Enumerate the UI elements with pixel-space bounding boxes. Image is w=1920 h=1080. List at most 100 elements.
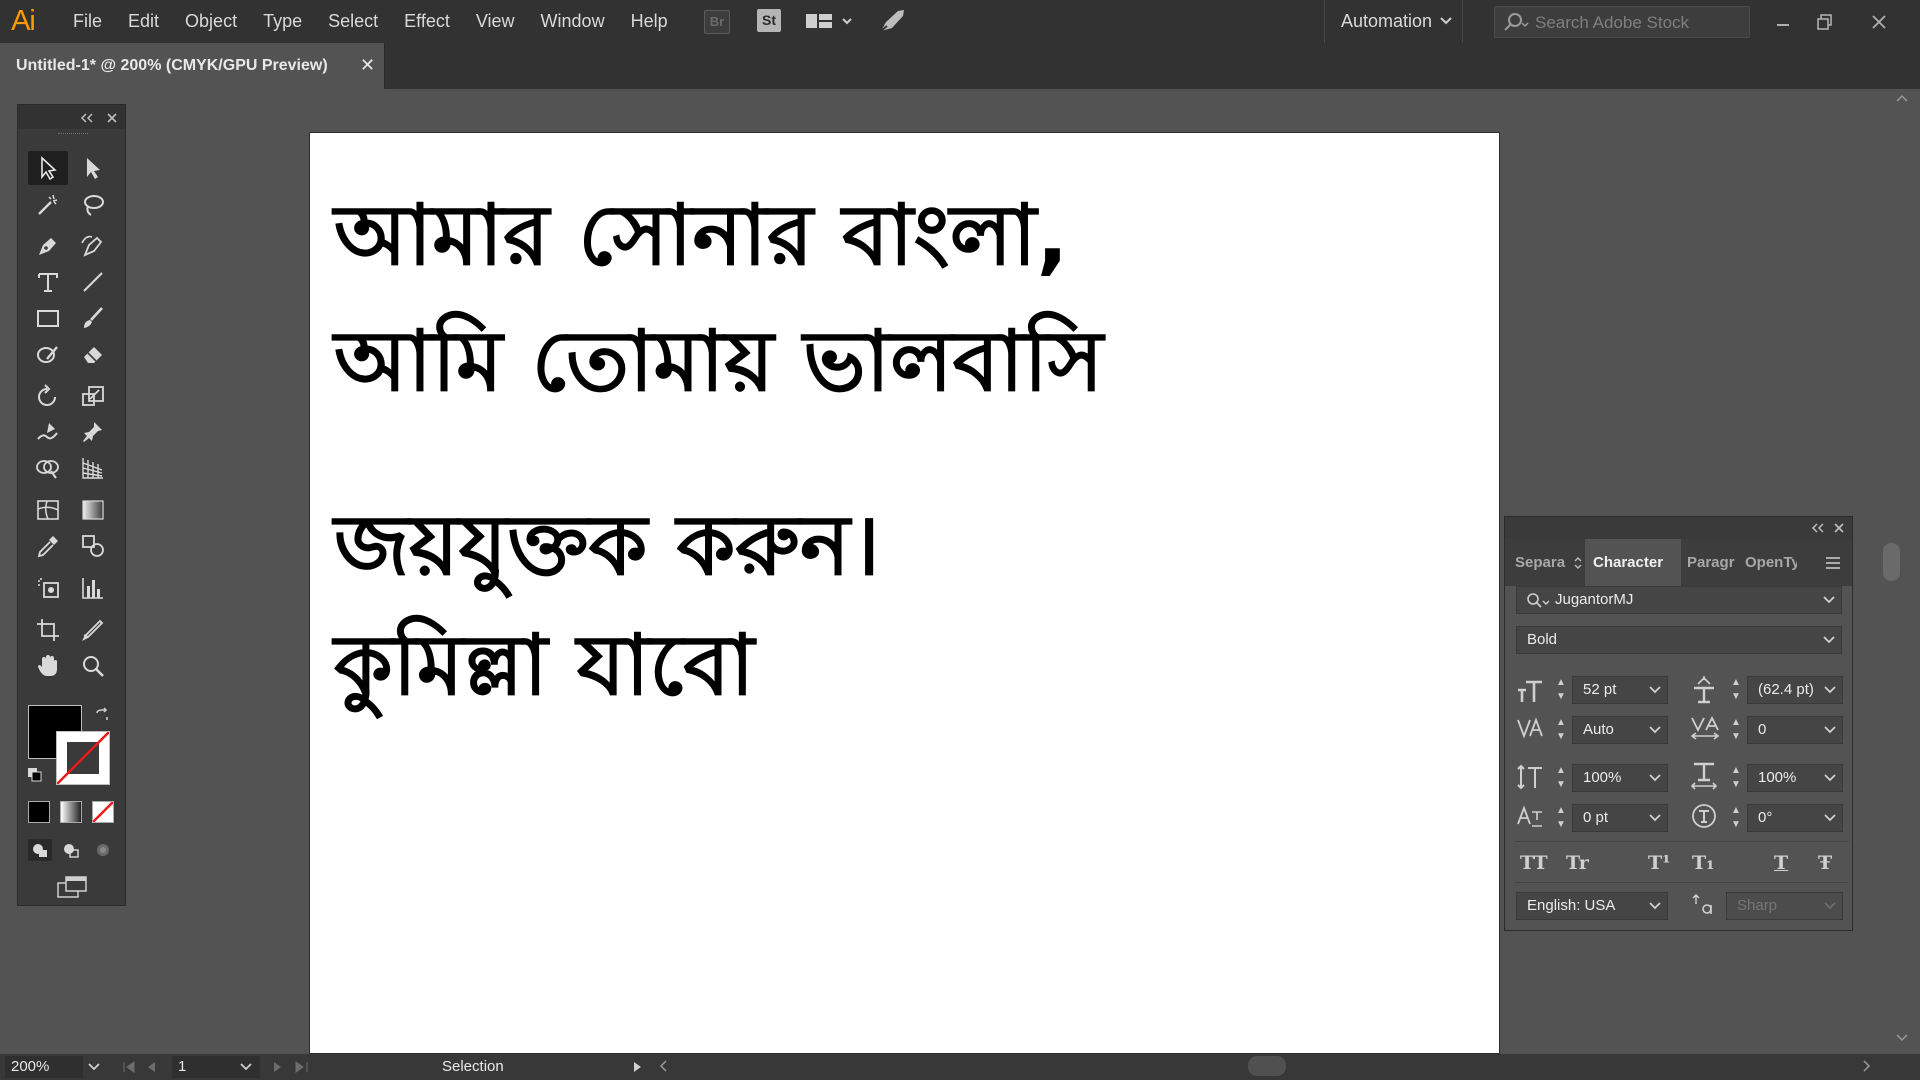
chevron-down-icon[interactable] <box>1823 636 1835 644</box>
horizontal-scale-field[interactable]: 100% <box>1747 764 1843 792</box>
symbol-sprayer-tool[interactable] <box>28 571 68 605</box>
shaper-tool[interactable] <box>28 337 68 371</box>
horizontal-scroll-thumb[interactable] <box>1248 1056 1286 1076</box>
menu-edit[interactable]: Edit <box>115 0 172 43</box>
paintbrush-tool[interactable] <box>73 301 113 335</box>
close-document-button[interactable]: ✕ <box>360 55 375 76</box>
chevron-down-icon[interactable] <box>1824 686 1836 694</box>
chevron-down-icon[interactable] <box>1823 596 1835 604</box>
artboard-tool[interactable] <box>28 613 68 647</box>
character-panel-header[interactable] <box>1505 517 1852 539</box>
slice-tool[interactable] <box>73 613 113 647</box>
vertical-scale-stepper[interactable]: ▲ ▼ <box>1554 764 1568 794</box>
chevron-down-icon[interactable] <box>240 1063 252 1071</box>
tab-separations[interactable]: Separa <box>1515 539 1571 586</box>
menu-effect[interactable]: Effect <box>391 0 463 43</box>
panel-menu-icon[interactable] <box>1825 557 1841 569</box>
magic-wand-tool[interactable] <box>28 188 68 222</box>
chevron-down-icon[interactable] <box>1649 726 1661 734</box>
tracking-field[interactable]: 0 <box>1747 716 1843 744</box>
none-mode-button[interactable] <box>92 801 114 823</box>
rotation-field[interactable]: 0° <box>1747 804 1843 832</box>
menu-select[interactable]: Select <box>315 0 391 43</box>
menu-help[interactable]: Help <box>618 0 681 43</box>
menu-view[interactable]: View <box>463 0 528 43</box>
stock-search-box[interactable] <box>1494 6 1750 39</box>
workspace-switcher[interactable]: Automation <box>1324 0 1464 43</box>
chevron-down-icon[interactable] <box>1824 814 1836 822</box>
tracking-stepper[interactable]: ▲ ▼ <box>1729 716 1743 746</box>
status-menu-arrow-icon[interactable] <box>632 1061 642 1073</box>
rotation-stepper[interactable]: ▲ ▼ <box>1729 804 1743 834</box>
stock-search-input[interactable] <box>1533 7 1747 39</box>
chevron-down-icon[interactable] <box>1649 814 1661 822</box>
tab-opentype[interactable]: OpenTy <box>1745 539 1797 586</box>
warp-tool[interactable] <box>28 415 68 449</box>
font-family-field[interactable]: JugantorMJ <box>1516 586 1842 614</box>
menu-object[interactable]: Object <box>172 0 250 43</box>
restore-button[interactable] <box>1804 0 1846 43</box>
chevron-down-icon[interactable] <box>1649 774 1661 782</box>
pen-tool[interactable] <box>28 229 68 263</box>
scroll-up-icon[interactable] <box>1896 93 1908 103</box>
close-panel-icon[interactable] <box>106 112 118 124</box>
baseline-shift-stepper[interactable]: ▲ ▼ <box>1554 804 1568 834</box>
gradient-tool[interactable] <box>73 493 113 527</box>
draw-inside-icon[interactable] <box>92 839 114 861</box>
zoom-level-field[interactable]: 200% <box>5 1056 83 1078</box>
selection-tool[interactable] <box>28 151 68 185</box>
gradient-mode-button[interactable] <box>60 801 82 823</box>
chevron-down-icon[interactable] <box>1649 902 1661 910</box>
hand-tool[interactable] <box>28 649 68 683</box>
close-window-button[interactable] <box>1858 0 1900 43</box>
close-panel-icon[interactable] <box>1833 522 1845 534</box>
subscript-button[interactable]: T₁ <box>1692 852 1714 874</box>
scroll-right-icon[interactable] <box>1862 1060 1872 1072</box>
chevron-down-icon[interactable] <box>1824 774 1836 782</box>
underline-button[interactable]: T <box>1774 852 1788 874</box>
kerning-stepper[interactable]: ▲ ▼ <box>1554 716 1568 746</box>
zoom-tool[interactable] <box>73 649 113 683</box>
leading-stepper[interactable]: ▲ ▼ <box>1729 676 1743 706</box>
mesh-tool[interactable] <box>28 493 68 527</box>
screen-mode-icon[interactable] <box>54 875 90 899</box>
direct-selection-tool[interactable] <box>73 151 113 185</box>
gpu-performance-button[interactable] <box>878 8 906 39</box>
bridge-button[interactable]: Br <box>704 10 730 34</box>
chevron-down-icon[interactable] <box>1649 686 1661 694</box>
perspective-grid-tool[interactable] <box>73 451 113 485</box>
puppet-warp-tool[interactable] <box>73 415 113 449</box>
stock-button[interactable]: St <box>757 9 781 32</box>
panel-grip[interactable] <box>58 133 88 137</box>
rotate-tool[interactable] <box>28 379 68 413</box>
arrange-documents-button[interactable] <box>805 11 853 38</box>
font-size-field[interactable]: 52 pt <box>1572 676 1668 704</box>
scroll-left-icon[interactable] <box>658 1060 668 1072</box>
document-tab[interactable]: Untitled-1* @ 200% (CMYK/GPU Preview) ✕ <box>0 43 385 89</box>
superscript-button[interactable]: T¹ <box>1648 852 1670 874</box>
strikethrough-button[interactable]: Ŧ <box>1818 852 1832 874</box>
blend-tool[interactable] <box>73 529 113 563</box>
line-segment-tool[interactable] <box>73 265 113 299</box>
font-style-field[interactable]: Bold <box>1516 626 1842 654</box>
eraser-tool[interactable] <box>73 337 113 371</box>
collapse-panel-icon[interactable] <box>1811 523 1825 533</box>
collapse-panel-icon[interactable] <box>80 113 94 123</box>
tab-overflow-icon[interactable] <box>1573 555 1583 571</box>
type-tool[interactable] <box>28 265 68 299</box>
stroke-swatch[interactable] <box>56 731 110 785</box>
artboard-text-line-4[interactable]: কুমিল্লা যাবো <box>334 623 754 707</box>
rectangle-tool[interactable] <box>28 301 68 335</box>
language-field[interactable]: English: USA <box>1516 892 1668 920</box>
chevron-down-icon[interactable] <box>1824 726 1836 734</box>
vertical-scale-field[interactable]: 100% <box>1572 764 1668 792</box>
artboard[interactable]: আমার সোনার বাংলা, আমি তোমায় ভালবাসি জয়… <box>309 132 1500 1054</box>
lasso-tool[interactable] <box>73 188 113 222</box>
minimize-button[interactable] <box>1762 0 1804 43</box>
scroll-down-icon[interactable] <box>1896 1033 1908 1043</box>
all-caps-button[interactable]: TT <box>1520 852 1548 874</box>
menu-file[interactable]: File <box>60 0 115 43</box>
menu-window[interactable]: Window <box>528 0 618 43</box>
horizontal-scale-stepper[interactable]: ▲ ▼ <box>1729 764 1743 794</box>
font-size-stepper[interactable]: ▲ ▼ <box>1554 676 1568 706</box>
